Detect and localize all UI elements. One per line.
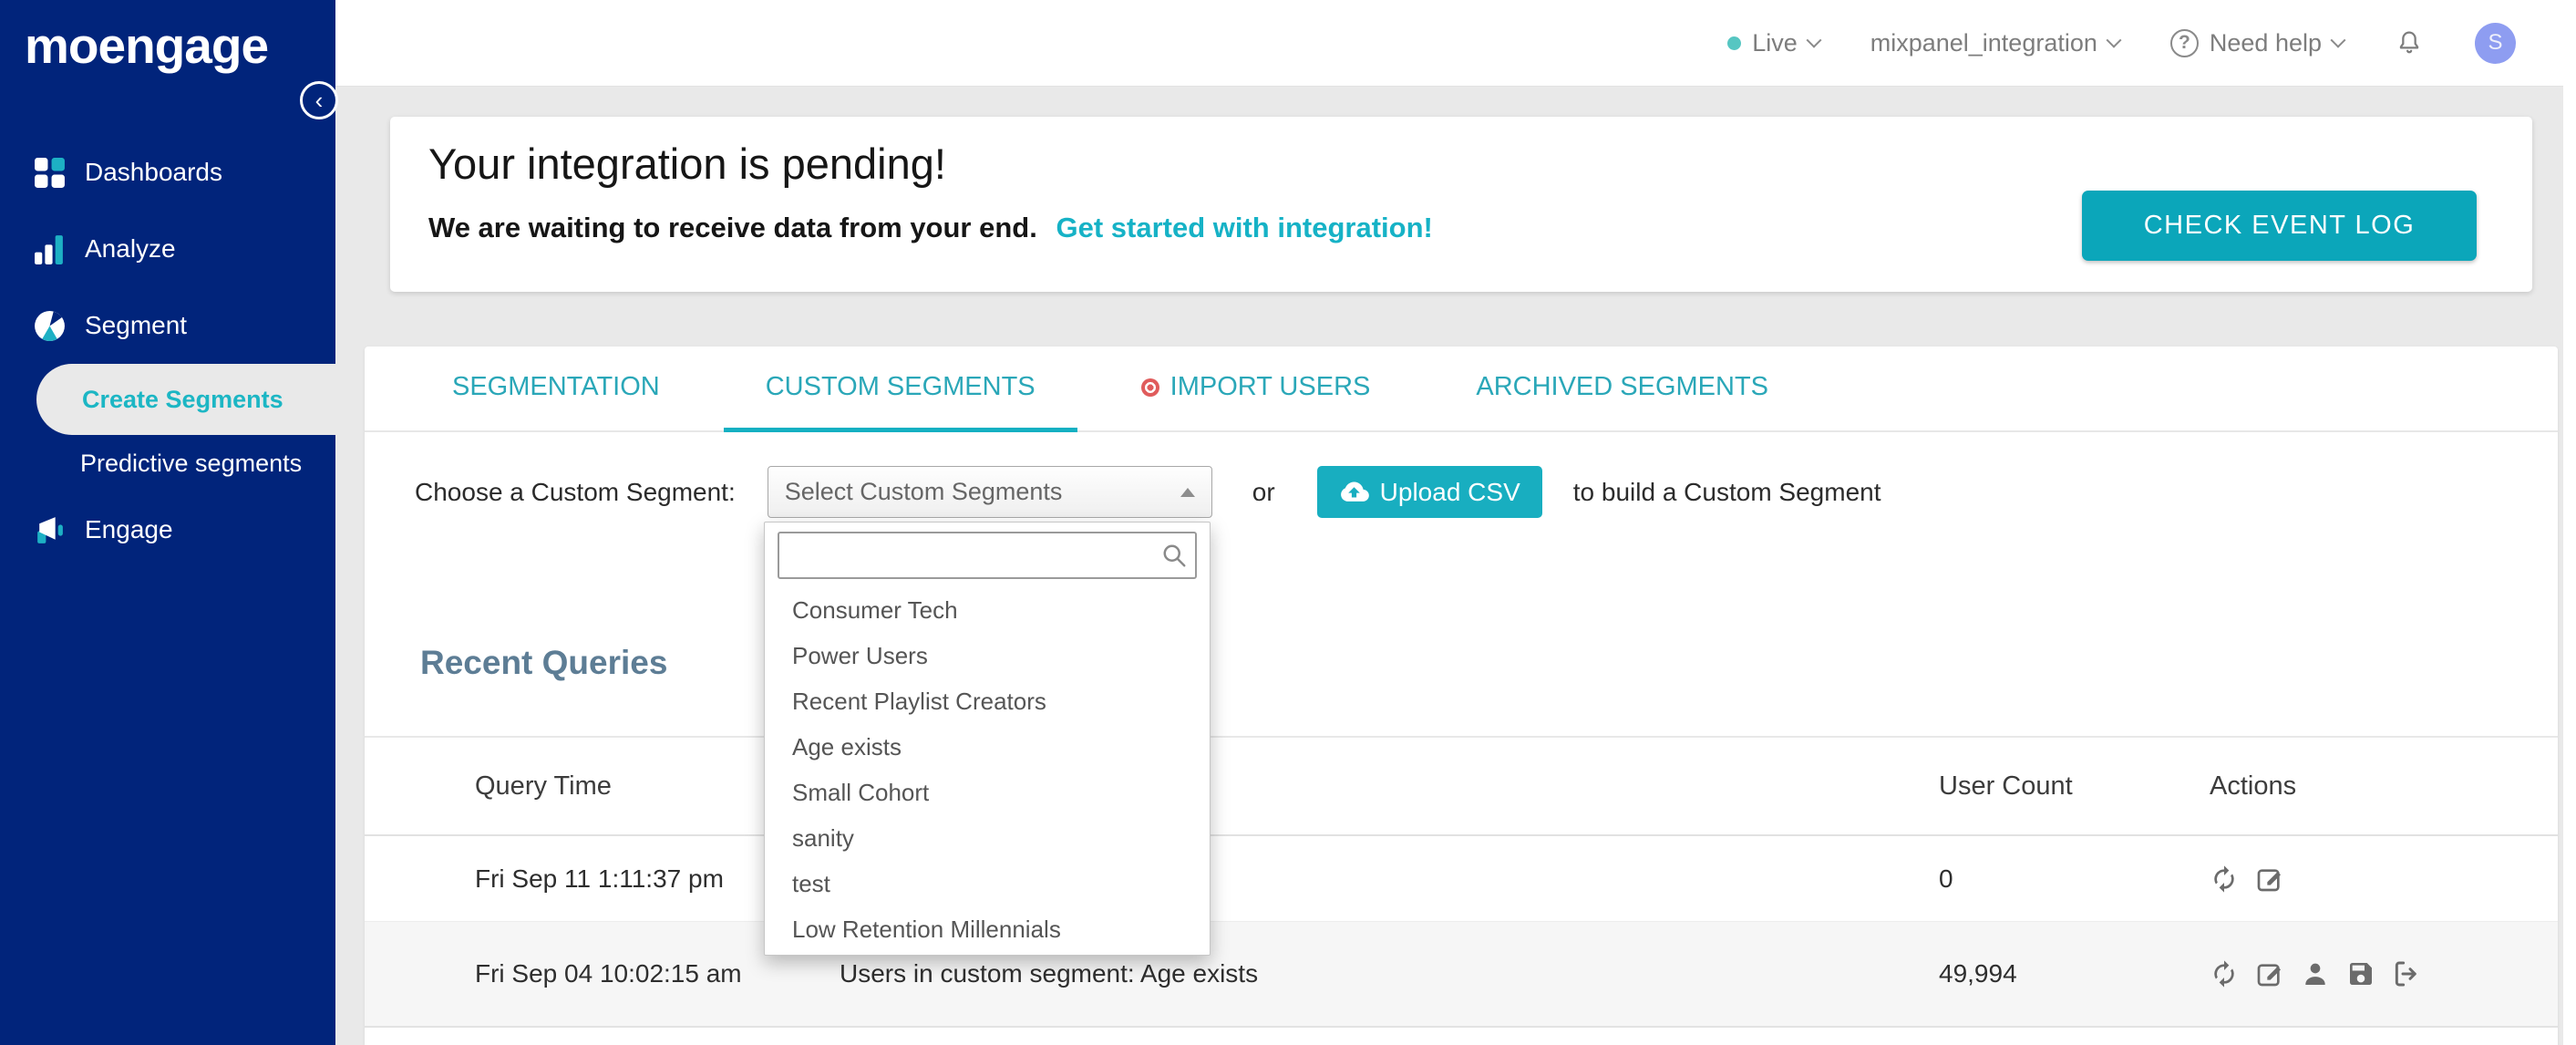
banner-message: We are waiting to receive data from your…: [428, 212, 1433, 244]
refresh-icon[interactable]: [2210, 959, 2239, 988]
column-header-user-count: User Count: [1939, 771, 2073, 801]
dropdown-option-low-retention-millennials[interactable]: Low Retention Millennials: [765, 906, 1210, 952]
export-icon[interactable]: [2392, 959, 2421, 988]
sidebar-item-analyze[interactable]: Analyze: [0, 211, 335, 287]
app-switcher[interactable]: mixpanel_integration: [1870, 28, 2122, 57]
custom-segment-dropdown-panel: Consumer Tech Power Users Recent Playlist …: [764, 522, 1211, 956]
sidebar-item-label: Predictive segments: [80, 449, 303, 477]
sidebar-item-create-segments[interactable]: Create Segments: [36, 364, 335, 435]
tab-label: CUSTOM SEGMENTS: [765, 372, 1036, 401]
edit-icon[interactable]: [2255, 959, 2284, 988]
sidebar-collapse-button[interactable]: ‹: [300, 81, 338, 119]
segment-tabs: SEGMENTATION CUSTOM SEGMENTS IMPORT USERS A…: [365, 347, 2558, 432]
banner-title: Your integration is pending!: [428, 140, 946, 188]
import-users-dot-icon: [1140, 378, 1159, 397]
segment-icon: [33, 309, 67, 343]
chooser-label: Choose a Custom Segment:: [415, 477, 736, 506]
segments-card: SEGMENTATION CUSTOM SEGMENTS IMPORT USERS A…: [365, 347, 2558, 1045]
sidebar-item-label: Dashboards: [85, 158, 222, 186]
sidebar-item-dashboards[interactable]: Dashboards: [0, 134, 335, 211]
cell-user-count: 49,994: [1939, 959, 2017, 988]
page-scrollbar[interactable]: [2563, 0, 2576, 1045]
recent-queries-table: Query Time User Count Actions Fri Sep 11…: [365, 736, 2558, 1028]
environment-switcher[interactable]: Live: [1727, 28, 1822, 57]
or-text: or: [1252, 477, 1275, 506]
live-status-dot-icon: [1727, 36, 1742, 50]
table-row: Fri Sep 04 10:02:15 am Users in custom se…: [365, 922, 2558, 1028]
cell-user-count: 0: [1939, 864, 1953, 893]
dropdown-option-small-cohort[interactable]: Small Cohort: [765, 770, 1210, 815]
refresh-icon[interactable]: [2210, 864, 2239, 894]
custom-segment-select[interactable]: Select Custom Segments: [767, 466, 1212, 518]
sidebar: moengage Dashboards Analyze Segment Create …: [0, 0, 335, 1045]
user-icon[interactable]: [2301, 959, 2330, 988]
tab-archived-segments[interactable]: ARCHIVED SEGMENTS: [1434, 347, 1810, 432]
engage-icon: [33, 513, 67, 547]
tab-label: SEGMENTATION: [452, 372, 660, 401]
sidebar-nav: Dashboards Analyze Segment Create Segments P…: [0, 134, 335, 568]
chooser-suffix: to build a Custom Segment: [1572, 477, 1881, 506]
table-header-row: Query Time User Count Actions: [365, 738, 2558, 836]
dropdown-options: Consumer Tech Power Users Recent Playlist …: [765, 587, 1210, 952]
cell-query-time: Fri Sep 04 10:02:15 am: [475, 959, 742, 988]
dropdown-search-input[interactable]: [778, 532, 1197, 579]
sidebar-item-label: Engage: [85, 515, 173, 543]
cell-actions: [2210, 959, 2558, 988]
sidebar-item-segment[interactable]: Segment: [0, 287, 335, 364]
dropdown-option-age-exists[interactable]: Age exists: [765, 724, 1210, 770]
recent-queries-heading: Recent Queries: [420, 644, 668, 681]
page: moengage Dashboards Analyze Segment Create …: [0, 0, 2576, 1045]
need-help-menu[interactable]: Need help: [2169, 28, 2346, 57]
dropdown-option-sanity[interactable]: sanity: [765, 815, 1210, 861]
table-body: Fri Sep 11 1:11:37 pm 0 Fri Sep 04 10:02:1…: [365, 836, 2558, 1028]
save-icon[interactable]: [2346, 959, 2375, 988]
cell-description: Users in custom segment: Age exists: [840, 959, 1259, 988]
get-started-link[interactable]: Get started with integration!: [1056, 212, 1432, 243]
column-header-actions: Actions: [2210, 771, 2297, 801]
question-circle-icon: [2169, 28, 2199, 57]
caret-up-icon: [1180, 487, 1195, 497]
tab-segmentation[interactable]: SEGMENTATION: [410, 347, 702, 432]
notifications-bell-icon[interactable]: [2395, 28, 2424, 57]
integration-pending-banner: Your integration is pending! We are wait…: [390, 117, 2532, 292]
avatar-initial: S: [2488, 30, 2503, 55]
app-name: mixpanel_integration: [1870, 28, 2097, 57]
need-help-label: Need help: [2209, 28, 2322, 57]
chevron-left-icon: ‹: [314, 86, 324, 114]
sidebar-item-label: Segment: [85, 311, 188, 339]
sidebar-item-label: Analyze: [85, 234, 176, 263]
dropdown-search: [778, 532, 1197, 579]
check-event-log-button[interactable]: CHECK EVENT LOG: [2082, 191, 2477, 261]
sidebar-item-predictive-segments[interactable]: Predictive segments: [0, 435, 335, 491]
chevron-down-icon: [2106, 32, 2122, 48]
chevron-down-icon: [1806, 32, 1822, 48]
chevron-down-icon: [2330, 32, 2346, 48]
tab-custom-segments[interactable]: CUSTOM SEGMENTS: [723, 347, 1077, 432]
custom-segment-chooser: Choose a Custom Segment: Select Custom S…: [415, 466, 1881, 518]
dropdown-option-test[interactable]: test: [765, 861, 1210, 906]
upload-csv-label: Upload CSV: [1379, 477, 1520, 506]
cell-actions: [2210, 864, 2558, 894]
tab-label: ARCHIVED SEGMENTS: [1476, 372, 1769, 401]
environment-label: Live: [1752, 28, 1798, 57]
edit-icon[interactable]: [2255, 864, 2284, 894]
dropdown-option-recent-playlist-creators[interactable]: Recent Playlist Creators: [765, 678, 1210, 724]
banner-message-text: We are waiting to receive data from your…: [428, 212, 1037, 243]
sidebar-item-engage[interactable]: Engage: [0, 491, 335, 568]
upload-csv-button[interactable]: Upload CSV: [1316, 466, 1542, 518]
dropdown-option-power-users[interactable]: Power Users: [765, 633, 1210, 678]
sidebar-item-label: Create Segments: [82, 385, 283, 413]
dropdown-option-consumer-tech[interactable]: Consumer Tech: [765, 587, 1210, 633]
cloud-upload-icon: [1340, 481, 1369, 502]
moengage-logo[interactable]: moengage: [25, 16, 269, 75]
tab-import-users[interactable]: IMPORT USERS: [1099, 347, 1413, 432]
select-value: Select Custom Segments: [784, 478, 1063, 505]
search-icon: [1163, 544, 1186, 567]
topbar: Live mixpanel_integration Need help S: [335, 0, 2576, 87]
analyze-icon: [33, 233, 67, 266]
tab-label: IMPORT USERS: [1170, 372, 1371, 401]
user-avatar[interactable]: S: [2475, 22, 2516, 64]
table-row: Fri Sep 11 1:11:37 pm 0: [365, 836, 2558, 922]
dashboards-icon: [33, 156, 67, 190]
